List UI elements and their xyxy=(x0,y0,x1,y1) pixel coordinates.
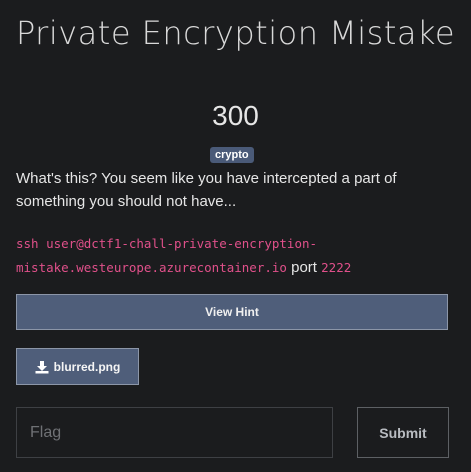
download-file-label: blurred.png xyxy=(53,359,121,374)
view-hint-button[interactable]: View Hint xyxy=(16,294,448,330)
port-word: port xyxy=(291,259,317,276)
connection-info: ssh user@dctf1-chall-private-encryption-… xyxy=(16,232,456,280)
challenge-description: What's this? You seem like you have inte… xyxy=(16,170,397,210)
port-number: 2222 xyxy=(321,260,352,275)
download-file-button[interactable]: blurred.png xyxy=(16,348,139,385)
category-badge: crypto xyxy=(210,147,254,163)
submit-label: Submit xyxy=(379,424,427,441)
submit-button[interactable]: Submit xyxy=(357,407,449,458)
ssh-command: ssh user@dctf1-chall-private-encryption-… xyxy=(16,236,318,275)
view-hint-label: View Hint xyxy=(205,305,259,319)
challenge-points: 300 xyxy=(212,100,259,131)
download-icon xyxy=(35,360,49,374)
challenge-title: Private Encryption Mistake xyxy=(15,14,456,52)
flag-input[interactable] xyxy=(16,407,333,458)
